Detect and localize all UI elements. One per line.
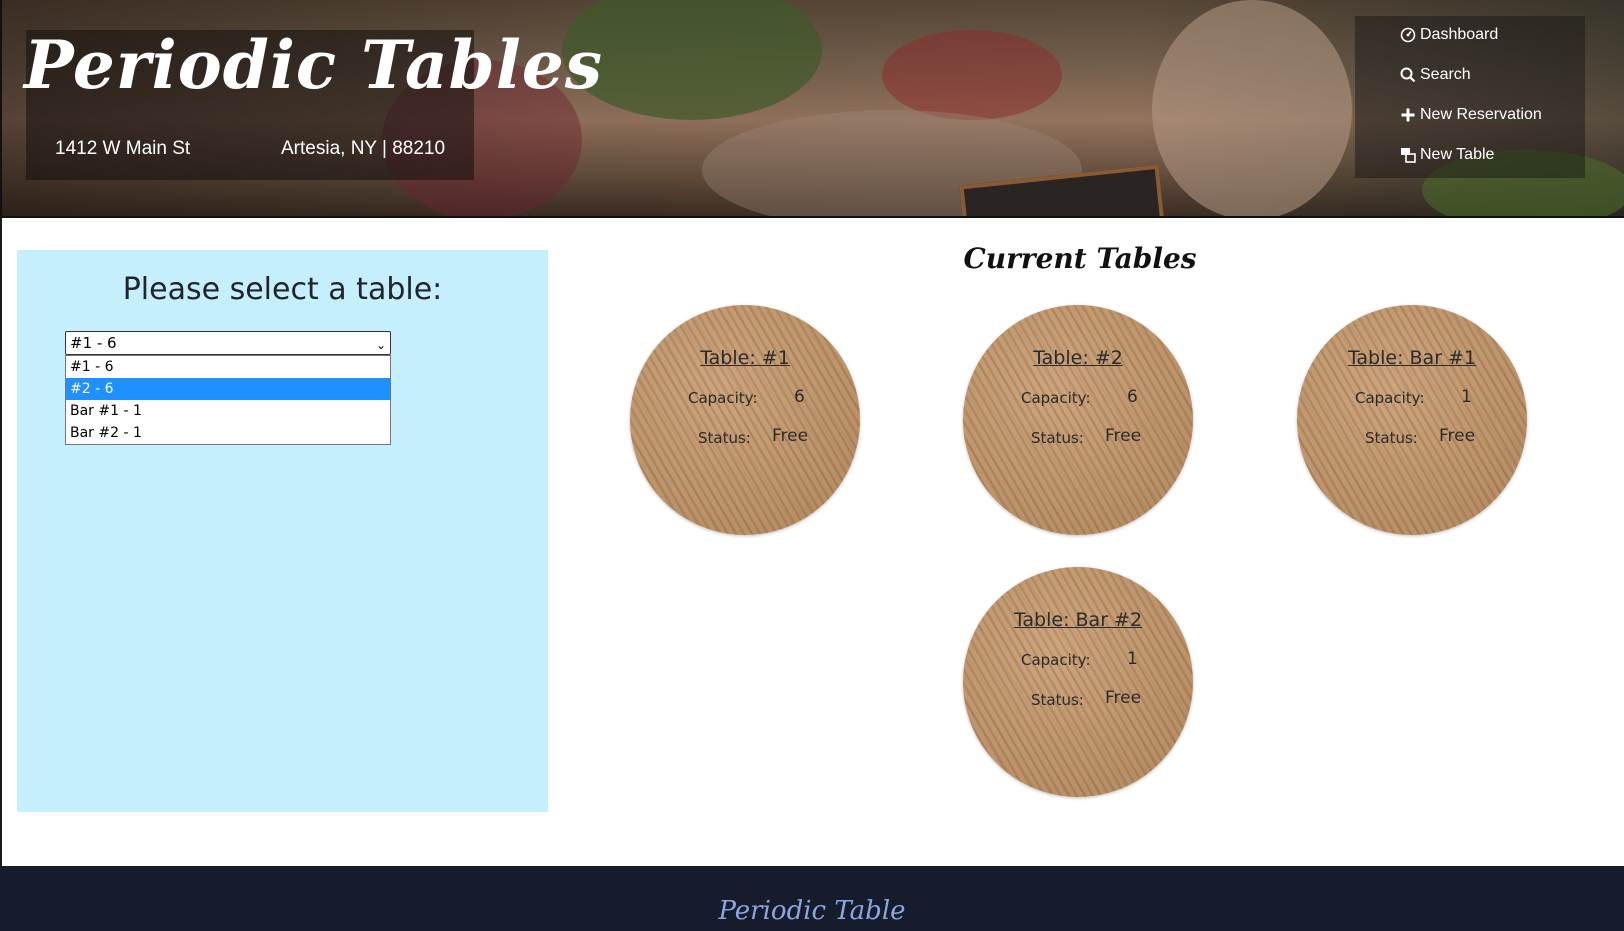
table-name: Table: #2 bbox=[1033, 347, 1123, 369]
status-label: Status: bbox=[698, 429, 751, 447]
seat-heading: Please select a table: bbox=[122, 272, 443, 307]
capacity-value: 6 bbox=[1127, 387, 1138, 407]
address-line: 1412 W Main St bbox=[55, 138, 191, 159]
left-edge-border bbox=[0, 218, 2, 866]
new-table-icon bbox=[1401, 148, 1416, 163]
city-line: Artesia, NY | 88210 bbox=[281, 138, 446, 159]
dashboard-icon bbox=[1400, 27, 1416, 43]
nav-search[interactable]: Search bbox=[1400, 66, 1471, 84]
table-name: Table: Bar #1 bbox=[1347, 347, 1477, 369]
select-option-highlighted[interactable]: #2 - 6 bbox=[66, 378, 390, 400]
status-value: Free bbox=[772, 426, 809, 446]
capacity-label: Capacity: bbox=[1021, 651, 1091, 669]
table-card[interactable]: Table: #2 Capacity: 6 Status: Free bbox=[963, 305, 1193, 535]
header-divider bbox=[0, 216, 1624, 218]
banner-flowers bbox=[882, 30, 1062, 120]
plus-icon bbox=[1401, 108, 1415, 122]
capacity-value: 1 bbox=[1461, 387, 1472, 407]
table-card[interactable]: Table: Bar #1 Capacity: 1 Status: Free bbox=[1297, 305, 1527, 535]
status-label: Status: bbox=[1031, 691, 1084, 709]
status-label: Status: bbox=[1365, 429, 1418, 447]
nav-search-label: Search bbox=[1420, 66, 1471, 83]
status-value: Free bbox=[1439, 426, 1476, 446]
nav-new-table[interactable]: New Table bbox=[1400, 146, 1494, 164]
select-option[interactable]: Bar #2 - 1 bbox=[66, 422, 390, 444]
table-select-dropdown[interactable]: #1 - 6 #2 - 6 Bar #1 - 1 Bar #2 - 1 bbox=[65, 355, 391, 445]
capacity-value: 6 bbox=[794, 387, 805, 407]
footer-brand: Periodic Table bbox=[718, 896, 906, 926]
table-select-value: #1 - 6 bbox=[70, 334, 117, 352]
nav-dashboard[interactable]: Dashboard bbox=[1400, 26, 1498, 44]
capacity-label: Capacity: bbox=[1355, 389, 1425, 407]
capacity-label: Capacity: bbox=[1021, 389, 1091, 407]
capacity-label: Capacity: bbox=[688, 389, 758, 407]
table-name: Table: Bar #2 bbox=[1013, 609, 1143, 631]
nav-dashboard-label: Dashboard bbox=[1420, 26, 1499, 43]
status-value: Free bbox=[1105, 426, 1142, 446]
table-name: Table: #1 bbox=[700, 347, 790, 369]
table-select[interactable]: #1 - 6 ⌄ bbox=[65, 331, 391, 355]
banner-building bbox=[1152, 0, 1352, 218]
nav-new-table-label: New Table bbox=[1420, 146, 1495, 163]
select-option[interactable]: #1 - 6 bbox=[66, 356, 390, 378]
chevron-down-icon: ⌄ bbox=[375, 338, 386, 352]
current-tables-title: Current Tables bbox=[963, 242, 1197, 275]
table-card[interactable]: Table: Bar #2 Capacity: 1 Status: Free bbox=[963, 567, 1193, 797]
table-card[interactable]: Table: #1 Capacity: 6 Status: Free bbox=[630, 305, 860, 535]
status-label: Status: bbox=[1031, 429, 1084, 447]
search-icon bbox=[1400, 67, 1416, 83]
capacity-value: 1 bbox=[1127, 649, 1138, 669]
select-option[interactable]: Bar #1 - 1 bbox=[66, 400, 390, 422]
status-value: Free bbox=[1105, 688, 1142, 708]
brand-title[interactable]: Periodic Tables bbox=[24, 26, 603, 104]
nav-new-reservation[interactable]: New Reservation bbox=[1400, 106, 1542, 124]
nav-new-reservation-label: New Reservation bbox=[1420, 106, 1542, 123]
